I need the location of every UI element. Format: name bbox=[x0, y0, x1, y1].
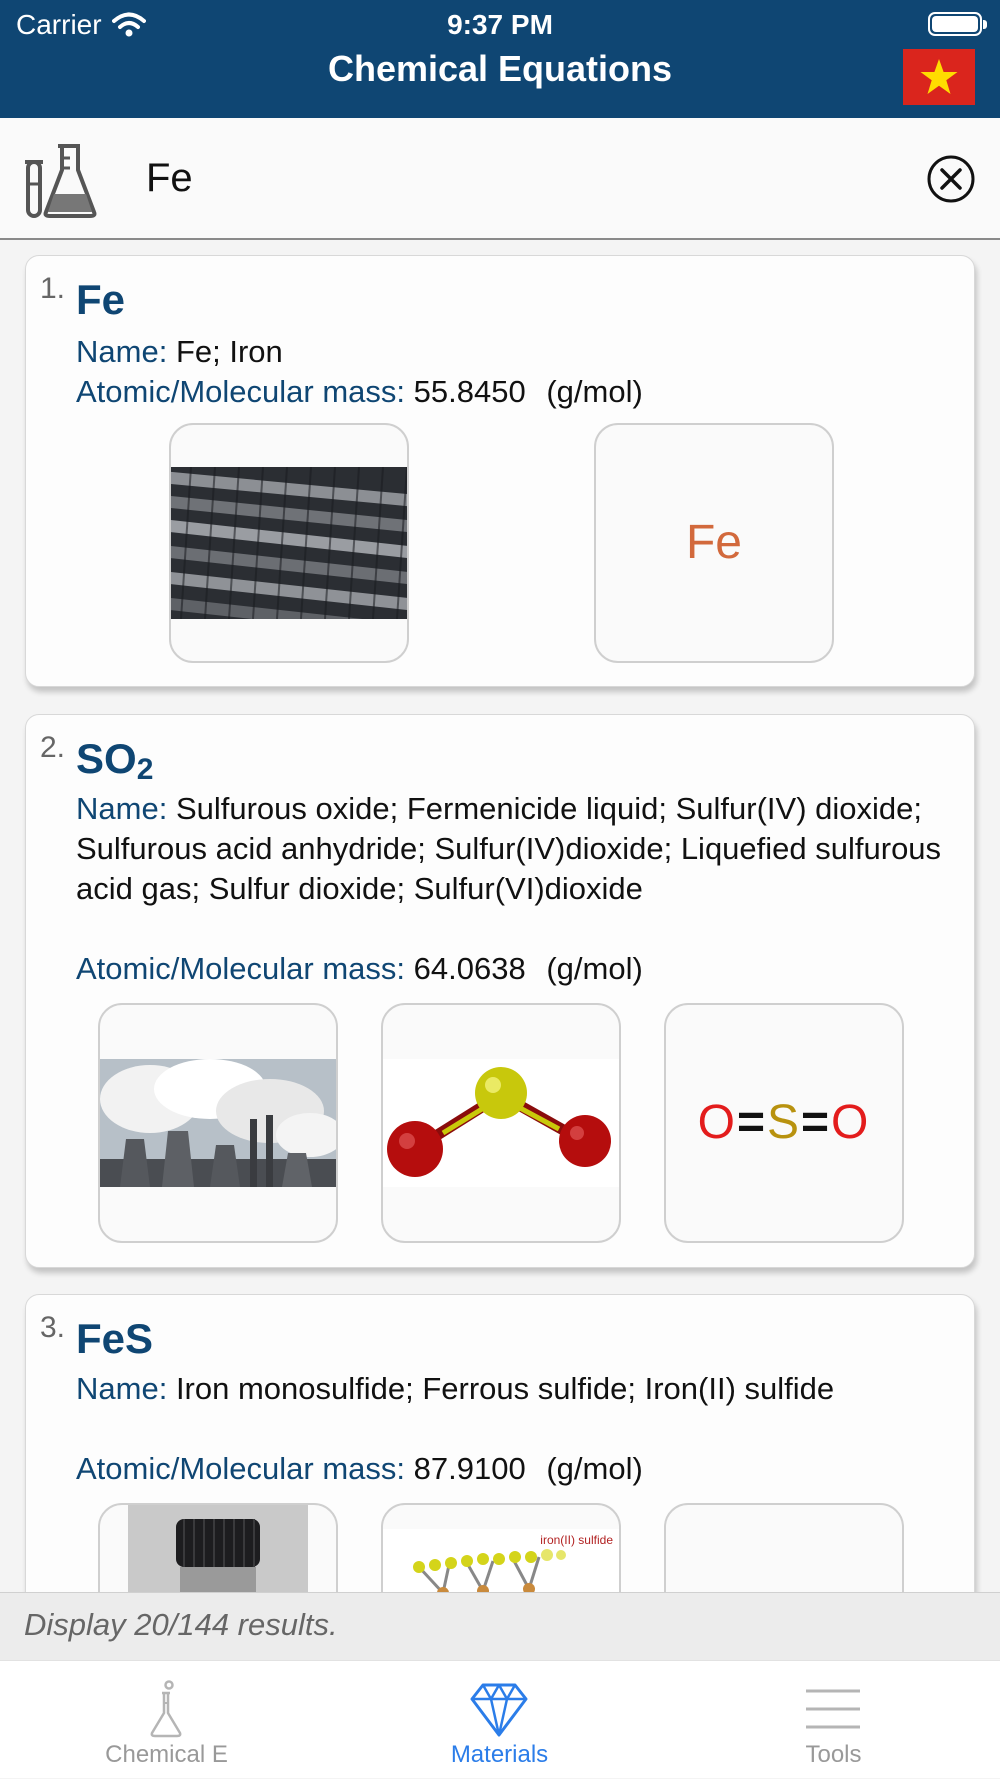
diamond-icon bbox=[470, 1683, 528, 1737]
vietnam-flag-icon[interactable] bbox=[903, 49, 975, 105]
tab-materials[interactable]: Materials bbox=[333, 1661, 666, 1779]
close-circle-icon[interactable] bbox=[926, 154, 976, 204]
result-index: 2. bbox=[40, 731, 66, 764]
name-label: Name: bbox=[76, 791, 168, 826]
ball-and-stick-model bbox=[383, 1059, 619, 1187]
name-value: Sulfurous oxide; Fermenicide liquid; Sul… bbox=[76, 791, 942, 906]
app-header: Carrier 9:37 PM Chemical Equations bbox=[0, 0, 1000, 118]
material-image[interactable] bbox=[381, 1003, 621, 1243]
results-count-text: Display 20/144 results. bbox=[24, 1607, 338, 1642]
result-name: Name: Fe; Iron bbox=[76, 332, 956, 372]
mass-unit: (g/mol) bbox=[546, 374, 643, 409]
material-image[interactable] bbox=[169, 423, 409, 663]
mass-unit: (g/mol) bbox=[546, 951, 643, 986]
result-formula: FeS bbox=[76, 1315, 154, 1362]
result-formula: SO2 bbox=[76, 735, 154, 786]
clock: 9:37 PM bbox=[447, 9, 553, 40]
results-count-bar: Display 20/144 results. bbox=[0, 1592, 1000, 1660]
material-image[interactable]: iron(II) sulfide bbox=[381, 1503, 621, 1592]
mass-value: 55.8450 bbox=[413, 374, 526, 409]
name-value: Fe; Iron bbox=[175, 334, 283, 369]
search-bar: Fe bbox=[0, 118, 1000, 240]
mass-unit: (g/mol) bbox=[546, 1451, 643, 1486]
result-card[interactable]: 3. FeS Name: Iron monosulfide; Ferrous s… bbox=[25, 1294, 975, 1592]
mass-label: Atomic/Molecular mass: bbox=[76, 374, 406, 409]
result-index: 1. bbox=[40, 272, 66, 305]
result-formula: Fe bbox=[76, 276, 126, 323]
mass-label: Atomic/Molecular mass: bbox=[76, 1451, 406, 1486]
result-card[interactable]: 2. SO2 Name: Sulfurous oxide; Fermenicid… bbox=[25, 714, 975, 1268]
battery-icon bbox=[928, 12, 987, 36]
result-index: 3. bbox=[40, 1311, 66, 1344]
tab-label: Materials bbox=[450, 1741, 549, 1768]
flask-outline-icon bbox=[150, 1680, 182, 1738]
steel-rebars-photo bbox=[171, 467, 407, 619]
flask-icon bbox=[25, 144, 97, 218]
material-image[interactable]: Fe bbox=[594, 423, 834, 663]
result-mass: Atomic/Molecular mass: 64.0638 (g/mol) bbox=[76, 949, 956, 989]
material-image[interactable] bbox=[98, 1003, 338, 1243]
crystal-structure-model bbox=[413, 1549, 566, 1592]
tab-tools[interactable]: Tools bbox=[667, 1661, 1000, 1779]
power-plant-smoke-photo bbox=[100, 1059, 336, 1187]
name-value: Iron monosulfide; Ferrous sulfide; Iron(… bbox=[175, 1371, 835, 1406]
result-name: Name: Sulfurous oxide; Fermenicide liqui… bbox=[76, 789, 956, 909]
name-label: Name: bbox=[76, 334, 168, 369]
material-image[interactable] bbox=[664, 1503, 904, 1592]
search-input[interactable]: Fe bbox=[146, 156, 193, 201]
material-image[interactable] bbox=[98, 1503, 338, 1592]
results-list[interactable]: 1. Fe Name: Fe; Iron Atomic/Molecular ma… bbox=[0, 240, 1000, 1592]
mass-value: 87.9100 bbox=[413, 1451, 526, 1486]
name-label: Name: bbox=[76, 1371, 168, 1406]
reagent-bottle-photo bbox=[128, 1505, 308, 1592]
result-card[interactable]: 1. Fe Name: Fe; Iron Atomic/Molecular ma… bbox=[25, 255, 975, 687]
element-symbol: Fe bbox=[685, 516, 742, 569]
status-bar: Carrier 9:37 PM bbox=[0, 0, 1000, 48]
page-title: Chemical Equations bbox=[327, 48, 673, 89]
mass-value: 64.0638 bbox=[413, 951, 526, 986]
structural-formula[interactable]: O=S=O bbox=[664, 1003, 904, 1243]
result-name: Name: Iron monosulfide; Ferrous sulfide;… bbox=[76, 1369, 956, 1409]
tab-label: Chemical E bbox=[105, 1741, 228, 1768]
menu-lines-icon bbox=[806, 1689, 860, 1729]
tab-chemical-equations[interactable]: Chemical E bbox=[0, 1661, 333, 1779]
mass-label: Atomic/Molecular mass: bbox=[76, 951, 406, 986]
so2-structure: O=S=O bbox=[697, 1096, 871, 1149]
tab-label: Tools bbox=[805, 1741, 862, 1768]
result-mass: Atomic/Molecular mass: 55.8450 (g/mol) bbox=[76, 372, 956, 412]
tab-bar: Chemical E Materials Tools bbox=[0, 1660, 1000, 1778]
result-mass: Atomic/Molecular mass: 87.9100 (g/mol) bbox=[76, 1449, 956, 1489]
